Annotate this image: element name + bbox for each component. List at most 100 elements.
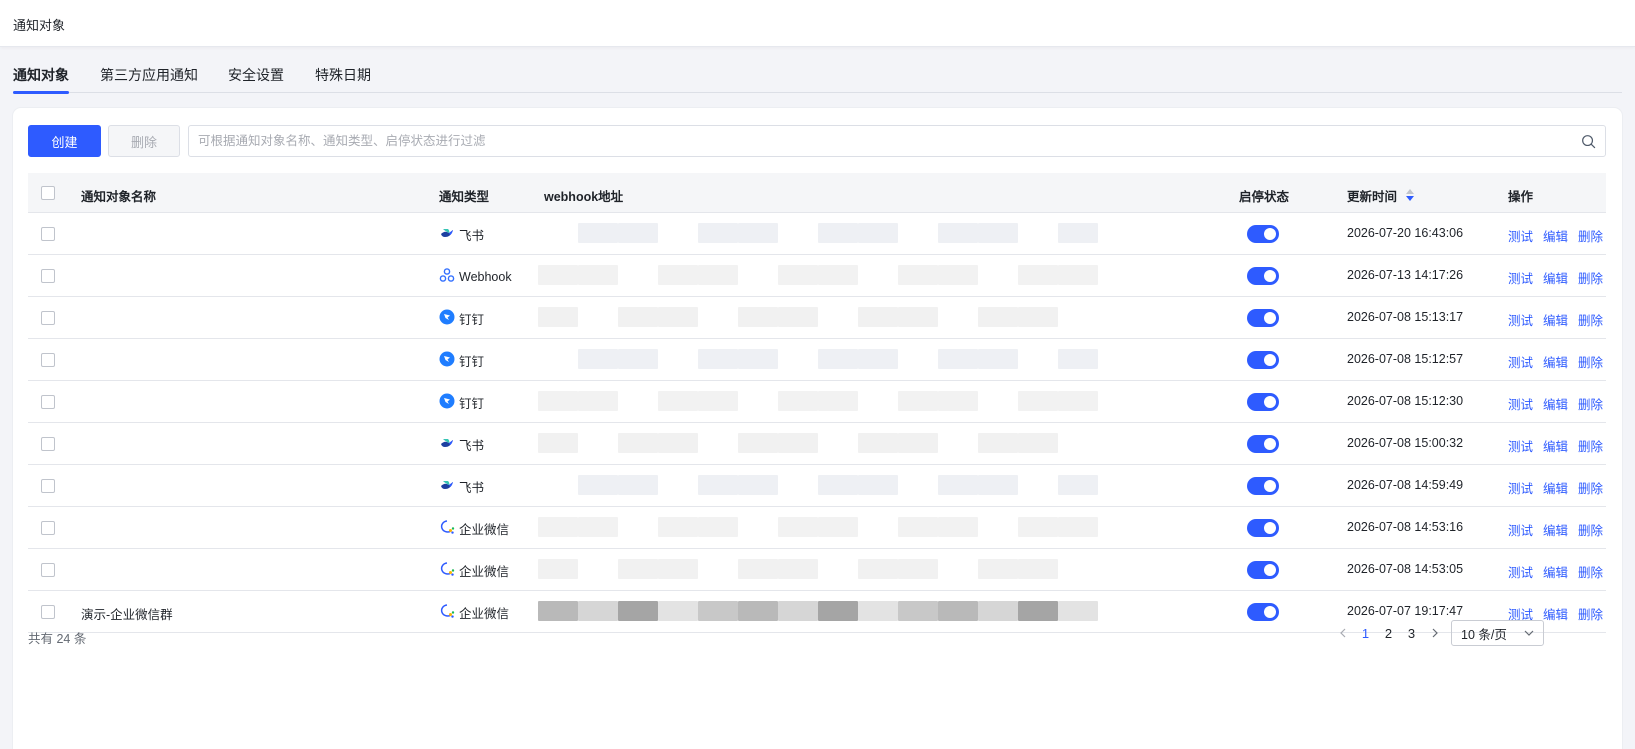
row-checkbox[interactable]	[41, 563, 55, 577]
delete-link[interactable]: 删除	[1578, 562, 1603, 581]
search-input[interactable]	[189, 126, 1569, 156]
table-row[interactable]: 企业微信 2026-07-08 14:53:05 测试 编辑 删除	[28, 549, 1606, 591]
search-icon[interactable]	[1581, 134, 1596, 149]
status-toggle[interactable]	[1247, 435, 1279, 453]
row-updated-time: 2026-07-20 16:43:06	[1347, 226, 1464, 240]
edit-link[interactable]: 编辑	[1543, 394, 1568, 413]
row-checkbox[interactable]	[41, 353, 55, 367]
delete-link[interactable]: 删除	[1578, 226, 1603, 245]
dingtalk-icon	[439, 309, 455, 328]
delete-link[interactable]: 删除	[1578, 478, 1603, 497]
row-type: 钉钉	[439, 309, 484, 328]
row-checkbox[interactable]	[41, 395, 55, 409]
row-checkbox[interactable]	[41, 479, 55, 493]
row-updated-time: 2026-07-08 15:00:32	[1347, 436, 1464, 450]
delete-link[interactable]: 删除	[1578, 604, 1603, 623]
edit-link[interactable]: 编辑	[1543, 226, 1568, 245]
row-checkbox[interactable]	[41, 605, 55, 619]
row-checkbox[interactable]	[41, 227, 55, 241]
edit-link[interactable]: 编辑	[1543, 562, 1568, 581]
test-link[interactable]: 测试	[1508, 226, 1533, 245]
search-box	[188, 125, 1606, 157]
tab-security-settings[interactable]: 安全设置	[228, 65, 284, 93]
status-toggle[interactable]	[1247, 309, 1279, 327]
tab-special-dates[interactable]: 特殊日期	[315, 65, 371, 93]
row-updated-time: 2026-07-08 14:53:05	[1347, 562, 1464, 576]
table-row[interactable]: 飞书 2026-07-08 14:59:49 测试 编辑 删除	[28, 465, 1606, 507]
table-row[interactable]: Webhook 2026-07-13 14:17:26 测试 编辑 删除	[28, 255, 1606, 297]
edit-link[interactable]: 编辑	[1543, 310, 1568, 329]
test-link[interactable]: 测试	[1508, 562, 1533, 581]
webhook-masked	[898, 517, 938, 537]
edit-link[interactable]: 编辑	[1543, 268, 1568, 287]
select-all-checkbox[interactable]	[41, 186, 55, 200]
delete-link[interactable]: 删除	[1578, 268, 1603, 287]
row-checkbox[interactable]	[41, 521, 55, 535]
edit-link[interactable]: 编辑	[1543, 604, 1568, 623]
webhook-masked	[938, 349, 978, 369]
page-2[interactable]: 2	[1377, 626, 1400, 641]
table-row[interactable]: 企业微信 2026-07-08 14:53:16 测试 编辑 删除	[28, 507, 1606, 549]
page-1[interactable]: 1	[1354, 626, 1377, 641]
tab-third-party-notify[interactable]: 第三方应用通知	[100, 65, 198, 93]
webhook-masked	[778, 433, 818, 453]
test-link[interactable]: 测试	[1508, 394, 1533, 413]
notify-target-table: 通知对象名称 通知类型 webhook地址 启停状态 更新时间 操作 飞书 202…	[28, 173, 1606, 633]
status-toggle[interactable]	[1247, 519, 1279, 537]
delete-link[interactable]: 删除	[1578, 352, 1603, 371]
row-type: 飞书	[439, 225, 484, 244]
status-toggle[interactable]	[1247, 477, 1279, 495]
webhook-masked	[1018, 307, 1058, 327]
webhook-masked	[1058, 601, 1098, 621]
test-link[interactable]: 测试	[1508, 520, 1533, 539]
sort-icon[interactable]	[1406, 189, 1414, 201]
tab-notify-target[interactable]: 通知对象	[13, 65, 69, 94]
create-button[interactable]: 创建	[28, 125, 101, 157]
row-type: 企业微信	[439, 561, 509, 580]
feishu-icon	[439, 435, 455, 454]
delete-link[interactable]: 删除	[1578, 436, 1603, 455]
webhook-masked	[938, 265, 978, 285]
page-3[interactable]: 3	[1400, 626, 1423, 641]
table-row[interactable]: 钉钉 2026-07-08 15:13:17 测试 编辑 删除	[28, 297, 1606, 339]
edit-link[interactable]: 编辑	[1543, 520, 1568, 539]
test-link[interactable]: 测试	[1508, 310, 1533, 329]
row-checkbox[interactable]	[41, 437, 55, 451]
status-toggle[interactable]	[1247, 561, 1279, 579]
feishu-icon	[439, 225, 455, 244]
delete-link[interactable]: 删除	[1578, 520, 1603, 539]
test-link[interactable]: 测试	[1508, 478, 1533, 497]
edit-link[interactable]: 编辑	[1543, 478, 1568, 497]
prev-page-button[interactable]	[1331, 620, 1354, 646]
status-toggle[interactable]	[1247, 603, 1279, 621]
table-row[interactable]: 钉钉 2026-07-08 15:12:30 测试 编辑 删除	[28, 381, 1606, 423]
row-type: 飞书	[439, 435, 484, 454]
test-link[interactable]: 测试	[1508, 436, 1533, 455]
test-link[interactable]: 测试	[1508, 268, 1533, 287]
edit-link[interactable]: 编辑	[1543, 436, 1568, 455]
test-link[interactable]: 测试	[1508, 352, 1533, 371]
table-row[interactable]: 飞书 2026-07-20 16:43:06 测试 编辑 删除	[28, 213, 1606, 255]
status-toggle[interactable]	[1247, 267, 1279, 285]
page-size-value: 10 条/页	[1461, 627, 1507, 642]
table-row[interactable]: 钉钉 2026-07-08 15:12:57 测试 编辑 删除	[28, 339, 1606, 381]
status-toggle[interactable]	[1247, 225, 1279, 243]
delete-link[interactable]: 删除	[1578, 310, 1603, 329]
delete-link[interactable]: 删除	[1578, 394, 1603, 413]
status-toggle[interactable]	[1247, 351, 1279, 369]
row-type-label: 钉钉	[459, 397, 485, 411]
row-checkbox[interactable]	[41, 269, 55, 283]
delete-button[interactable]: 删除	[108, 125, 180, 157]
col-updated-header[interactable]: 更新时间	[1347, 186, 1397, 205]
next-page-button[interactable]	[1423, 620, 1446, 646]
table-row[interactable]: 飞书 2026-07-08 15:00:32 测试 编辑 删除	[28, 423, 1606, 465]
status-toggle[interactable]	[1247, 393, 1279, 411]
row-type-label: 飞书	[459, 481, 485, 495]
webhook-masked	[978, 475, 1018, 495]
top-bar: 通知对象	[0, 0, 1635, 47]
webhook-masked	[698, 223, 738, 243]
page-size-select[interactable]: 10 条/页	[1451, 620, 1544, 646]
row-checkbox[interactable]	[41, 311, 55, 325]
edit-link[interactable]: 编辑	[1543, 352, 1568, 371]
webhook-masked	[1058, 265, 1098, 285]
